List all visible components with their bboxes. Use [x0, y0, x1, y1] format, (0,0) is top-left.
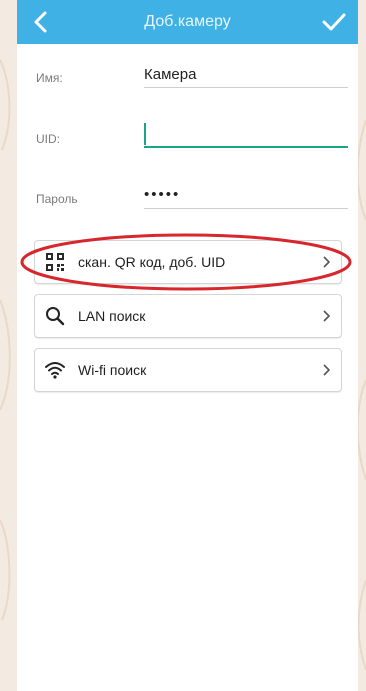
- lan-search-label: LAN поиск: [78, 308, 146, 324]
- name-underline: [144, 87, 348, 88]
- password-field[interactable]: •••••: [144, 186, 180, 203]
- text-cursor: [144, 123, 146, 145]
- password-underline: [144, 208, 348, 209]
- name-row: Имя: Камера: [17, 58, 358, 98]
- uid-row: UID:: [17, 118, 358, 158]
- name-label: Имя:: [36, 71, 63, 85]
- checkmark-icon: [322, 13, 346, 31]
- password-label: Пароль: [36, 192, 78, 206]
- confirm-button[interactable]: [318, 6, 350, 38]
- wifi-search-label: Wi-fi поиск: [78, 362, 147, 378]
- header-bar: Доб.камеру: [17, 0, 358, 44]
- app-screen: Доб.камеру Имя: Камера UID: Пароль •••••: [17, 0, 358, 691]
- scan-qr-label: скан. QR код, доб. UID: [78, 254, 226, 270]
- page-title: Доб.камеру: [144, 13, 231, 30]
- back-button[interactable]: [25, 6, 57, 38]
- search-icon: [46, 307, 65, 326]
- password-row: Пароль •••••: [17, 178, 358, 218]
- chevron-right-icon: [323, 256, 330, 268]
- scan-qr-button[interactable]: скан. QR код, доб. UID: [34, 240, 342, 284]
- chevron-right-icon: [323, 310, 330, 322]
- wifi-search-button[interactable]: Wi-fi поиск: [34, 348, 342, 392]
- wifi-icon: [45, 362, 65, 379]
- qr-code-icon: [46, 253, 64, 271]
- lan-search-button[interactable]: LAN поиск: [34, 294, 342, 338]
- name-field[interactable]: Камера: [144, 66, 196, 83]
- chevron-right-icon: [323, 364, 330, 376]
- uid-underline: [144, 146, 348, 148]
- chevron-left-icon: [34, 11, 47, 33]
- uid-label: UID:: [36, 132, 60, 146]
